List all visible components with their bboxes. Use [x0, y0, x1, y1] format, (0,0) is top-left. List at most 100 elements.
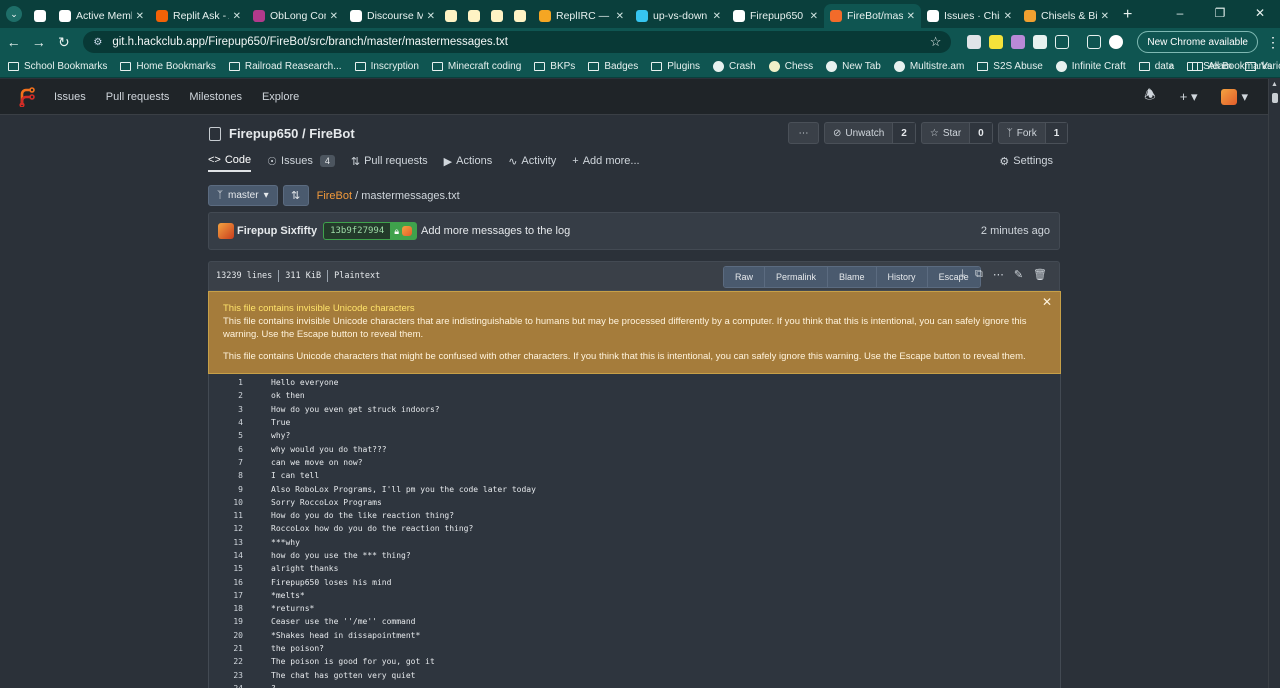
star-button[interactable]: ☆ Star 0 — [920, 122, 993, 144]
nav-milestones-link[interactable]: Milestones — [189, 91, 242, 103]
tab-close-icon[interactable]: ✕ — [136, 11, 144, 22]
all-bookmarks-button[interactable]: All Bookmarks — [1192, 61, 1272, 72]
browser-tab[interactable]: up-vs-down (✕ — [630, 4, 727, 28]
tab-activity[interactable]: ∿ Activity — [508, 150, 556, 172]
browser-tab[interactable] — [510, 4, 533, 28]
line-number[interactable]: 18 — [209, 604, 243, 613]
tab-close-icon[interactable]: ✕ — [1004, 11, 1012, 22]
fork-count[interactable]: 1 — [1044, 123, 1068, 143]
branch-dropdown[interactable]: ᛉ master ▾ — [208, 185, 278, 206]
bookmark-item[interactable]: School Bookmarks — [8, 61, 107, 72]
commit-author[interactable]: Firepup Sixfifty — [237, 225, 317, 237]
history-button[interactable]: History — [876, 267, 928, 287]
scrollbar-thumb[interactable] — [1272, 93, 1278, 103]
line-number[interactable]: 3 — [209, 405, 243, 414]
browser-tab[interactable]: Replit Ask - A ✕ — [150, 4, 247, 28]
watch-count[interactable]: 2 — [892, 123, 915, 143]
blame-button[interactable]: Blame — [828, 267, 877, 287]
line-number[interactable]: 14 — [209, 551, 243, 560]
repo-owner-name-link[interactable]: Firepup650 / FireBot — [229, 126, 355, 141]
forward-icon[interactable]: → — [27, 34, 50, 50]
tab-actions[interactable]: ▶ Actions — [444, 150, 493, 172]
bookmark-item[interactable]: BKPs — [534, 61, 575, 72]
line-number[interactable]: 22 — [209, 657, 243, 666]
line-number[interactable]: 23 — [209, 671, 243, 680]
close-window-icon[interactable]: ✕ — [1240, 6, 1280, 20]
tab-close-icon[interactable]: ✕ — [713, 11, 721, 22]
page-scrollbar[interactable]: ▲ — [1268, 79, 1280, 688]
reload-icon[interactable]: ↻ — [52, 34, 75, 51]
bookmark-item[interactable]: Badges — [588, 61, 638, 72]
line-number[interactable]: 16 — [209, 578, 243, 587]
browser-tab[interactable]: Issues · Chisel ✕ — [921, 4, 1018, 28]
tab-close-icon[interactable]: ✕ — [616, 11, 624, 22]
fork-button[interactable]: ᛉ Fork 1 — [997, 122, 1069, 144]
bookmark-item[interactable]: Multistre.am — [893, 61, 964, 72]
line-number[interactable]: 10 — [209, 498, 243, 507]
line-number[interactable]: 8 — [209, 471, 243, 480]
tab-add-more[interactable]: + Add more... — [572, 150, 639, 172]
bookmark-item[interactable]: Infinite Craft — [1055, 61, 1126, 72]
line-number[interactable]: 19 — [209, 617, 243, 626]
bookmark-item[interactable]: Railroad Reasearch... — [228, 61, 342, 72]
browser-tab[interactable]: Discourse Met ✕ — [344, 4, 441, 28]
bookmark-item[interactable]: Inscryption — [354, 61, 419, 72]
tab-close-icon[interactable]: ✕ — [810, 11, 818, 22]
trash-icon[interactable]: 🗑︎ — [1033, 268, 1047, 281]
browser-tab[interactable] — [30, 4, 53, 28]
bookmark-item[interactable]: S2S Abuse — [977, 61, 1043, 72]
forgejo-logo-icon[interactable] — [17, 86, 35, 107]
browser-tab[interactable]: ReplIRC — The ✕ — [533, 4, 630, 28]
line-number[interactable]: 15 — [209, 564, 243, 573]
tab-close-icon[interactable]: ✕ — [330, 11, 338, 22]
notifications-bell-icon[interactable]: 🕭︎ — [1144, 86, 1156, 108]
tab-settings[interactable]: ⚙ Settings — [999, 150, 1053, 172]
browser-tab[interactable]: Firepup650 ✕ — [727, 4, 824, 28]
bookmark-item[interactable]: Plugins — [651, 61, 700, 72]
minimize-icon[interactable]: – — [1160, 6, 1200, 20]
nav-issues-link[interactable]: Issues — [54, 91, 86, 103]
raw-button[interactable]: Raw — [724, 267, 766, 287]
new-tab-button[interactable]: + — [1123, 6, 1132, 24]
address-bar[interactable]: ⚙ git.h.hackclub.app/Firepup650/FireBot/… — [83, 31, 952, 53]
line-number[interactable]: 5 — [209, 431, 243, 440]
extension-icon[interactable] — [1033, 35, 1048, 49]
tab-close-icon[interactable]: ✕ — [233, 11, 241, 22]
line-number[interactable]: 9 — [209, 485, 243, 494]
site-info-icon[interactable]: ⚙ — [93, 37, 102, 48]
line-number[interactable]: 4 — [209, 418, 243, 427]
tab-issues[interactable]: ☉ Issues 4 — [267, 150, 335, 172]
user-menu[interactable]: ▾ — [1221, 88, 1248, 105]
bookmark-item[interactable]: Chess — [768, 61, 813, 72]
chrome-menu-icon[interactable]: ⋮ — [1266, 34, 1280, 51]
extension-icon[interactable] — [1011, 35, 1026, 49]
extension-icon[interactable] — [989, 35, 1004, 49]
browser-tab[interactable]: ObLong Comm ✕ — [247, 4, 344, 28]
line-number[interactable]: 17 — [209, 591, 243, 600]
tab-close-icon[interactable]: ✕ — [907, 11, 915, 22]
browser-tab[interactable] — [441, 4, 464, 28]
rss-icon[interactable]: ⋯ — [993, 268, 1004, 281]
commit-sha-label[interactable]: 13b9f27994 🔒︎ — [323, 222, 418, 240]
tab-close-icon[interactable]: ✕ — [427, 11, 435, 22]
bookmark-item[interactable]: Minecraft coding — [431, 61, 521, 72]
tab-code[interactable]: <> Code — [208, 150, 252, 172]
create-new-icon[interactable]: + ▾ — [1180, 89, 1198, 105]
line-number[interactable]: 2 — [209, 391, 243, 400]
bookmark-item[interactable]: Crash — [713, 61, 756, 72]
bookmark-star-icon[interactable]: ☆ — [930, 34, 942, 50]
bookmark-item[interactable]: Home Bookmarks — [120, 61, 216, 72]
extension-icon[interactable] — [967, 35, 982, 49]
nav-explore-link[interactable]: Explore — [262, 91, 299, 103]
line-number[interactable]: 6 — [209, 445, 243, 454]
permalink-button[interactable]: Permalink — [765, 267, 829, 287]
browser-tab[interactable] — [487, 4, 510, 28]
copy-icon[interactable]: ⧉ — [975, 268, 983, 281]
line-number[interactable]: 21 — [209, 644, 243, 653]
tab-pull-requests[interactable]: ⇅ Pull requests — [351, 150, 428, 172]
new-chrome-available-button[interactable]: New Chrome available — [1137, 31, 1258, 53]
star-count[interactable]: 0 — [969, 123, 992, 143]
browser-tab[interactable]: Chisels & Bits ✕ — [1018, 4, 1115, 28]
line-number[interactable]: 24 — [209, 684, 243, 688]
line-number[interactable]: 1 — [209, 378, 243, 387]
